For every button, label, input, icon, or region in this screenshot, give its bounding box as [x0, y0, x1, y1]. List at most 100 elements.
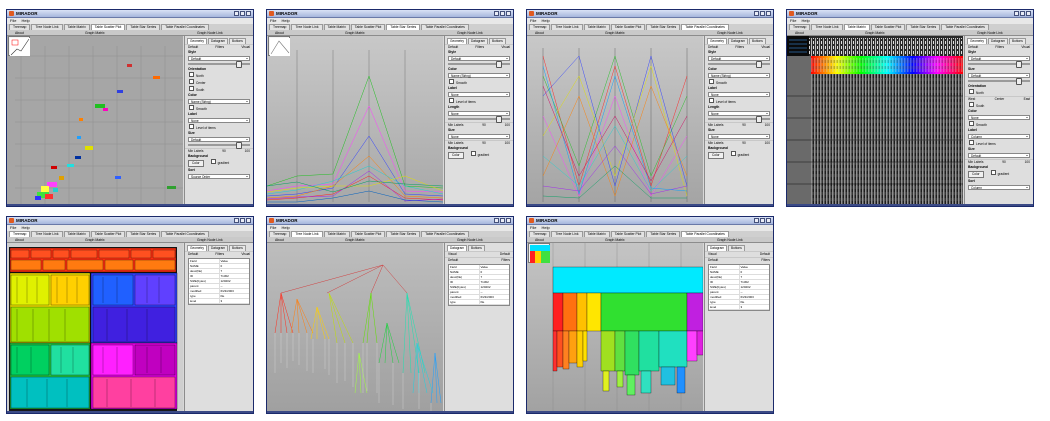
title-bar[interactable]: MIRADOR [7, 10, 253, 18]
panel-tab-buttons[interactable]: Buttons [1009, 38, 1026, 44]
orientation-center-radio[interactable]: Center [995, 97, 1005, 102]
panel-tab-datagram[interactable]: Datagram [468, 38, 488, 44]
close-icon[interactable] [1026, 11, 1031, 16]
panel-tab-datagram[interactable]: Datagram [208, 38, 228, 44]
orientation-center-radio[interactable]: Center [185, 79, 253, 86]
size-column-combo[interactable]: None [448, 134, 510, 139]
size-column-combo[interactable]: None [708, 134, 770, 139]
panel-tab-buttons[interactable]: Buttons [489, 38, 506, 44]
panel-subtab-filters[interactable]: Filters [995, 45, 1004, 50]
style-slider[interactable] [968, 61, 1030, 68]
star-series-view[interactable] [267, 36, 443, 204]
level-items-checkbox[interactable]: Level of items [705, 98, 773, 105]
panel-tab-buttons[interactable]: Buttons [229, 245, 246, 251]
level-items-checkbox[interactable]: Level of items [965, 140, 1033, 147]
color-column-combo[interactable]: Name (String) [448, 73, 510, 78]
panel-tab-geometry[interactable]: Geometry [187, 245, 207, 251]
label-column-combo[interactable]: None [708, 92, 770, 97]
smooth-checkbox[interactable]: Smooth [445, 79, 513, 86]
panel-subtab-default-2[interactable]: Default [448, 258, 458, 263]
title-bar[interactable]: MIRADOR [267, 10, 513, 18]
level-items-checkbox[interactable]: Level of items [445, 98, 513, 105]
maximize-icon[interactable] [760, 11, 765, 16]
panel-subtab-visual[interactable]: Visual [708, 252, 717, 257]
maximize-icon[interactable] [1020, 11, 1025, 16]
treemap-view[interactable] [7, 243, 183, 411]
overview-thumbnail[interactable] [8, 36, 30, 56]
close-icon[interactable] [246, 218, 251, 223]
color-column-combo[interactable]: Name (String) [708, 73, 770, 78]
panel-tab-geometry[interactable]: Geometry [967, 38, 987, 44]
orientation-north-radio[interactable]: North [185, 72, 253, 79]
title-bar[interactable]: MIRADOR [527, 217, 773, 225]
sort-combo[interactable]: Column [968, 185, 1030, 190]
panel-tab-datagram[interactable]: Datagram [447, 245, 467, 251]
close-icon[interactable] [506, 11, 511, 16]
panel-subtab-visual[interactable]: Visual [241, 45, 250, 50]
minimize-icon[interactable] [234, 218, 239, 223]
size-slider[interactable] [188, 142, 250, 149]
orientation-south-radio[interactable]: South [185, 86, 253, 93]
scatter-plot-view[interactable] [7, 36, 183, 204]
close-icon[interactable] [246, 11, 251, 16]
smooth-checkbox[interactable]: Smooth [965, 121, 1033, 128]
panel-subtab-visual[interactable]: Visual [241, 252, 250, 257]
panel-subtab-filters[interactable]: Filters [215, 252, 224, 257]
length-slider[interactable] [708, 116, 770, 123]
sort-combo[interactable]: Source Order [188, 174, 250, 179]
panel-subtab-visual[interactable]: Visual [1021, 45, 1030, 50]
parallel-coordinates-view[interactable] [527, 36, 703, 204]
smooth-checkbox[interactable]: Smooth [185, 105, 253, 112]
color-column-combo[interactable]: Name (String) [188, 99, 250, 104]
orientation-north-radio[interactable]: North [965, 89, 1033, 96]
title-bar[interactable]: MIRADOR [527, 10, 773, 18]
panel-tab-geometry[interactable]: Geometry [187, 38, 207, 44]
panel-subtab-filters[interactable]: Filters [215, 45, 224, 50]
level-items-checkbox[interactable]: Level of items [185, 124, 253, 131]
panel-tab-geometry[interactable]: Geometry [707, 38, 727, 44]
minimize-icon[interactable] [1014, 11, 1019, 16]
maximize-icon[interactable] [500, 218, 505, 223]
label-column-combo[interactable]: None [188, 118, 250, 123]
maximize-icon[interactable] [500, 11, 505, 16]
panel-subtab-filters[interactable]: Filters [501, 258, 510, 263]
panel-subtab-filters[interactable]: Filters [735, 45, 744, 50]
background-color-button[interactable]: Color [448, 152, 464, 159]
panel-subtab-visual[interactable]: Visual [448, 252, 457, 257]
maximize-icon[interactable] [240, 11, 245, 16]
label-column-combo[interactable]: Column [968, 134, 1030, 139]
close-icon[interactable] [766, 11, 771, 16]
panel-tab-datagram[interactable]: Datagram [208, 245, 228, 251]
table-row[interactable]: type file [449, 300, 509, 305]
gradient-checkbox[interactable]: gradient [727, 153, 754, 157]
icicle-view[interactable] [527, 243, 703, 411]
style-slider[interactable] [188, 61, 250, 68]
size2-combo[interactable]: Default [968, 153, 1030, 158]
size-slider[interactable] [968, 78, 1030, 85]
tree-node-link-view[interactable] [267, 243, 443, 411]
style-slider[interactable] [708, 61, 770, 68]
panel-subtab-default[interactable]: Default [500, 252, 510, 257]
title-bar[interactable]: MIRADOR [267, 217, 513, 225]
table-row[interactable]: level 3 [709, 305, 769, 310]
minimize-icon[interactable] [234, 11, 239, 16]
close-icon[interactable] [506, 218, 511, 223]
panel-tab-buttons[interactable]: Buttons [728, 245, 745, 251]
background-color-button[interactable]: Color [708, 152, 724, 159]
panel-tab-geometry[interactable]: Geometry [447, 38, 467, 44]
close-icon[interactable] [766, 218, 771, 223]
panel-tab-buttons[interactable]: Buttons [229, 38, 246, 44]
style-slider[interactable] [448, 61, 510, 68]
background-color-button[interactable]: Color [968, 171, 984, 178]
panel-tab-datagram[interactable]: Datagram [728, 38, 748, 44]
panel-subtab-filters[interactable]: Filters [761, 258, 770, 263]
label-column-combo[interactable]: None [448, 92, 510, 97]
panel-subtab-default-2[interactable]: Default [708, 258, 718, 263]
color-column-combo[interactable]: None [968, 115, 1030, 120]
orientation-east-radio[interactable]: East [1024, 97, 1030, 102]
overview-thumbnail[interactable] [268, 36, 290, 56]
panel-tab-buttons[interactable]: Buttons [468, 245, 485, 251]
minimize-icon[interactable] [494, 218, 499, 223]
orientation-south-radio[interactable]: South [965, 102, 1033, 109]
minimize-icon[interactable] [754, 11, 759, 16]
